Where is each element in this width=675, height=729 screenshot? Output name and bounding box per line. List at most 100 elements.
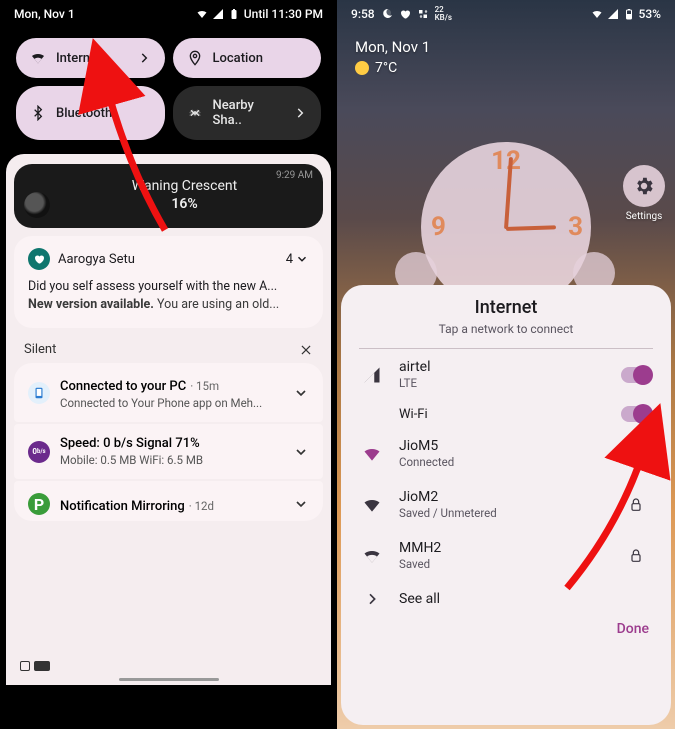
dnd-icon <box>381 8 393 20</box>
wifi-toggle[interactable] <box>621 406 651 422</box>
notification-shade: 9:29 AM Waning Crescent 16% Aarogya Setu… <box>6 154 331 685</box>
close-icon[interactable] <box>299 343 313 357</box>
wifi-network-status: Saved <box>399 557 605 571</box>
moon-card-percent: 16% <box>60 196 309 212</box>
silent-section-header: Silent <box>6 328 331 363</box>
signal-icon <box>607 8 619 20</box>
notification-app-name: Aarogya Setu <box>58 252 135 267</box>
data-icon <box>417 8 429 20</box>
wifi-icon <box>361 495 383 515</box>
app-icon-your-phone <box>28 382 50 404</box>
moon-icon <box>24 192 50 218</box>
gear-icon <box>623 165 665 207</box>
qs-tile-label: Internet <box>56 51 101 66</box>
chevron-down-icon <box>295 252 309 266</box>
status-battery-pct: 53% <box>639 7 661 21</box>
notification-age: 15m <box>196 379 219 393</box>
see-all-row[interactable]: See all <box>341 581 671 617</box>
qs-tile-bluetooth[interactable]: Bluetooth <box>16 86 165 140</box>
qs-tile-nearby-share[interactable]: Nearby Sha.. <box>173 86 322 140</box>
chevron-down-icon[interactable] <box>293 444 309 460</box>
wifi-network-name: JioM2 <box>399 489 605 505</box>
notification-time: 9:29 AM <box>276 170 313 181</box>
notification-card-your-phone[interactable]: Connected to your PC · 15m Connected to … <box>14 363 323 422</box>
mobile-network-row[interactable]: airtel LTE <box>341 349 671 400</box>
app-chip-icon <box>34 661 50 671</box>
notification-card-aarogya[interactable]: Aarogya Setu 4 Did you self assess yours… <box>14 236 323 328</box>
mobile-network-name: airtel <box>399 359 605 375</box>
moon-card-title: Waning Crescent <box>60 178 309 194</box>
chevron-right-icon <box>293 106 307 120</box>
moon-phase-card[interactable]: 9:29 AM Waning Crescent 16% <box>14 164 323 228</box>
silent-label: Silent <box>24 342 56 357</box>
notification-sub: Mobile: 0.5 MB WiFi: 6.5 MB <box>60 453 283 467</box>
battery-icon <box>228 8 240 20</box>
app-icon-pushbullet: P <box>28 493 50 515</box>
done-button[interactable]: Done <box>341 617 671 651</box>
mobile-network-tech: LTE <box>399 376 605 390</box>
settings-shortcut[interactable]: Settings <box>623 165 665 222</box>
battery-icon <box>623 8 635 20</box>
signal-icon <box>361 366 383 384</box>
status-bar: Mon, Nov 1 Until 11:30 PM <box>0 0 337 28</box>
qs-tile-internet[interactable]: Internet <box>16 38 165 78</box>
overflow-app-icons[interactable] <box>20 661 50 671</box>
see-all-label: See all <box>399 591 651 607</box>
wifi-network-status: Connected <box>399 455 605 469</box>
qs-tile-label: Nearby Sha.. <box>213 98 284 128</box>
home-temp: 7°C <box>375 60 397 76</box>
chevron-right-icon <box>137 51 151 65</box>
status-time: 9:58 <box>351 7 375 21</box>
status-speed: 22KB/s <box>435 6 452 22</box>
home-weather[interactable]: 7°C <box>337 56 675 80</box>
bluetooth-icon <box>30 105 46 121</box>
mobile-data-toggle[interactable] <box>621 367 651 383</box>
notification-age: 12d <box>195 499 214 513</box>
notification-card-mirroring[interactable]: P Notification Mirroring · 12d <box>14 481 323 521</box>
sheet-title: Internet <box>341 297 671 318</box>
chevron-down-icon[interactable] <box>293 385 309 401</box>
wifi-icon <box>591 8 603 20</box>
wifi-icon <box>196 8 208 20</box>
app-icon-speed: 0b/s <box>28 441 50 463</box>
qs-tile-label: Bluetooth <box>56 106 112 121</box>
status-right-cluster: Until 11:30 PM <box>196 7 323 21</box>
wifi-icon <box>30 50 46 66</box>
wifi-icon <box>361 444 383 464</box>
wifi-section-header: Wi-Fi <box>341 400 671 428</box>
home-date[interactable]: Mon, Nov 1 <box>337 28 675 56</box>
gesture-pill[interactable] <box>119 678 219 681</box>
signal-icon <box>212 8 224 20</box>
notification-title: Connected to your PC <box>60 379 186 394</box>
nearby-share-icon <box>187 105 203 121</box>
app-icon-aarogya <box>28 248 50 270</box>
notification-card-speed[interactable]: 0b/s Speed: 0 b/s Signal 71% Mobile: 0.5… <box>14 424 323 479</box>
chevron-right-icon <box>361 591 383 607</box>
quick-settings-grid: Internet Location Bluetooth Nearby Sha.. <box>0 28 337 148</box>
status-alarm-text: Until 11:30 PM <box>244 7 323 21</box>
wifi-icon <box>361 546 383 566</box>
chevron-down-icon[interactable] <box>293 496 309 512</box>
wifi-settings-button[interactable] <box>621 445 651 463</box>
wifi-network-name: JioM5 <box>399 438 605 454</box>
sheet-subtitle: Tap a network to connect <box>341 322 671 336</box>
status-date: Mon, Nov 1 <box>14 7 75 21</box>
heart-icon <box>399 8 411 20</box>
qs-tile-location[interactable]: Location <box>173 38 322 78</box>
notification-title: Speed: 0 b/s Signal 71% <box>60 436 283 451</box>
wifi-network-row[interactable]: MMH2 Saved <box>341 530 671 581</box>
notification-title: Notification Mirroring <box>60 499 185 514</box>
notification-count-toggle[interactable]: 4 <box>286 252 309 267</box>
wifi-network-row[interactable]: JioM2 Saved / Unmetered <box>341 479 671 530</box>
phone-left-notification-shade: Mon, Nov 1 Until 11:30 PM Internet Locat… <box>0 0 337 729</box>
lock-icon <box>621 548 651 564</box>
wifi-network-name: MMH2 <box>399 540 605 556</box>
app-chip-icon <box>20 661 30 671</box>
settings-label: Settings <box>626 211 663 222</box>
wifi-network-row[interactable]: JioM5 Connected <box>341 428 671 479</box>
notification-line: New version available. You are using an … <box>28 296 309 314</box>
lock-icon <box>621 497 651 513</box>
qs-tile-label: Location <box>213 51 263 66</box>
sun-icon <box>355 61 369 75</box>
wifi-label: Wi-Fi <box>399 407 605 422</box>
